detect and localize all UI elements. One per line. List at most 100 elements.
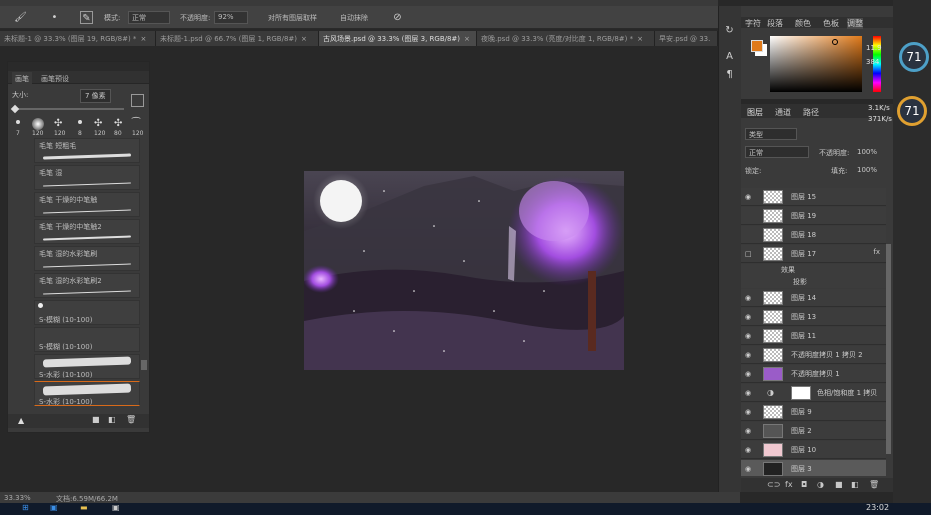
folder-taskbar-icon[interactable]: ▬ xyxy=(80,503,88,512)
layer-row[interactable]: ◉ 图层 14 xyxy=(741,289,886,307)
preset-tip-5[interactable]: ✣ xyxy=(114,118,122,129)
preset-tip-2[interactable]: ✣ xyxy=(54,118,62,129)
brush-preset-icon[interactable]: • xyxy=(48,11,61,24)
pressure-icon[interactable]: ⊘ xyxy=(391,11,404,24)
layer-row[interactable]: ◉ 色相/饱和度 1 拷贝 ◑ xyxy=(741,384,886,402)
blend-mode-select[interactable]: 正常 xyxy=(745,146,809,158)
opacity-field[interactable]: 92% xyxy=(214,11,248,24)
tab-brush[interactable]: 画笔 xyxy=(12,72,32,84)
eye-icon[interactable]: ◉ xyxy=(745,427,753,435)
tab-brush-presets[interactable]: 画笔预设 xyxy=(38,72,72,84)
layer-row[interactable]: 图层 19 xyxy=(741,207,886,225)
brush-list-scrollbar[interactable] xyxy=(141,360,147,370)
tab-doc-2[interactable]: 未标题-1.psd @ 66.7% (图层 1, RGB/8#) × xyxy=(156,31,319,46)
brush-tool-icon[interactable]: 🖌 xyxy=(14,11,27,24)
mode-select[interactable]: 正常 xyxy=(128,11,170,24)
eye-icon[interactable]: ◉ xyxy=(745,465,753,473)
tab-layers[interactable]: 图层 xyxy=(747,107,763,118)
toggle-brush-panel-icon[interactable]: ✎ xyxy=(80,11,93,24)
eye-off-icon[interactable]: □ xyxy=(745,250,753,258)
layer-row[interactable]: ◉ 图层 11 xyxy=(741,327,886,345)
layer-row[interactable]: ◉ 图层 9 xyxy=(741,403,886,421)
history-icon[interactable]: ↻ xyxy=(723,24,736,37)
size-slider-handle[interactable] xyxy=(10,104,20,114)
tab-swatches[interactable]: 色板 xyxy=(823,18,839,29)
brush-item[interactable]: 毛笔 湿 xyxy=(34,165,140,190)
preset-tip-0[interactable] xyxy=(16,120,20,124)
layer-row[interactable]: □ 图层 17 fx xyxy=(741,245,886,263)
tab-doc-3[interactable]: 古风场景.psd @ 33.3% (图层 3, RGB/8#) × xyxy=(319,31,477,46)
photoshop-taskbar-icon[interactable]: ▣ xyxy=(50,503,58,512)
brush-item[interactable]: 毛笔 湿的水彩笔刷2 xyxy=(34,273,140,298)
eye-icon[interactable]: ◉ xyxy=(745,446,753,454)
mask-icon[interactable]: ◘ xyxy=(801,480,807,489)
tab-paragraph[interactable]: 段落 xyxy=(767,18,783,29)
new-brush-icon[interactable]: ◧ xyxy=(108,415,116,424)
layer-kind-filter[interactable]: 类型 xyxy=(745,128,797,140)
adjustment-layer-icon[interactable]: ◑ xyxy=(817,480,824,489)
fx-icon[interactable]: fx xyxy=(785,480,793,489)
layer-list-scrollbar[interactable] xyxy=(886,244,891,454)
eye-icon[interactable]: ◉ xyxy=(745,193,753,201)
fx-icon[interactable]: fx xyxy=(873,248,880,256)
triangle-icon[interactable]: ▲ xyxy=(18,416,24,425)
foreground-color-swatch[interactable] xyxy=(751,40,763,52)
size-field[interactable]: 7 像素 xyxy=(80,89,111,103)
layer-row[interactable]: ◉ 图层 13 xyxy=(741,308,886,326)
eye-icon[interactable]: ◉ xyxy=(745,408,753,416)
smooth-checkbox-label[interactable]: 对所有图层取样 xyxy=(268,13,317,23)
new-preset-icon[interactable] xyxy=(131,94,144,107)
tab-paths[interactable]: 路径 xyxy=(803,107,819,118)
eye-icon[interactable]: ◉ xyxy=(745,370,753,378)
layer-row-selected[interactable]: ◉ 图层 3 xyxy=(741,460,886,476)
fill-value[interactable]: 100% xyxy=(857,166,877,174)
layer-effect-item[interactable]: 投影 xyxy=(741,276,886,288)
eye-icon[interactable]: ◉ xyxy=(745,351,753,359)
eye-icon[interactable]: ◉ xyxy=(745,313,753,321)
layer-effects-row[interactable]: 效果 xyxy=(741,264,886,276)
tab-channels[interactable]: 通道 xyxy=(775,107,791,118)
brush-item[interactable]: 毛笔 干燥的中笔触 xyxy=(34,192,140,217)
artwork-canvas[interactable] xyxy=(304,171,624,370)
layer-row[interactable]: ◉ 图层 2 xyxy=(741,422,886,440)
tab-doc-1[interactable]: 未标题-1 @ 33.3% (图层 19, RGB/8#) * × xyxy=(0,31,156,46)
eye-icon[interactable]: ◉ xyxy=(745,389,753,397)
brush-item[interactable]: 毛笔 湿的水彩笔刷 xyxy=(34,246,140,271)
brush-item[interactable]: S-水彩 (10-100) xyxy=(34,381,140,406)
preset-tip-3[interactable] xyxy=(78,120,82,124)
app-taskbar-icon[interactable]: ▣ xyxy=(112,503,120,512)
folder-icon[interactable]: ■ xyxy=(92,415,100,424)
brush-panel-header[interactable] xyxy=(8,62,149,71)
tab-adjust[interactable]: 调整 xyxy=(847,18,863,29)
delete-layer-icon[interactable]: 🗑 xyxy=(869,480,879,489)
zoom-level[interactable]: 33.33% xyxy=(4,494,31,502)
tab-doc-5[interactable]: 早安.psd @ 33. xyxy=(655,31,718,46)
sample-checkbox-label[interactable]: 自动抹除 xyxy=(340,13,368,23)
paragraph-icon[interactable]: ¶ xyxy=(723,68,736,81)
group-icon[interactable]: ■ xyxy=(835,480,843,489)
link-icon[interactable]: ⊂⊃ xyxy=(767,480,780,489)
brush-item[interactable]: S-水彩 (10-100) xyxy=(34,354,140,379)
layer-row[interactable]: ◉ 图层 15 xyxy=(741,188,886,206)
brush-item[interactable]: 毛笔 短粗毛 xyxy=(34,138,140,163)
preset-tip-1[interactable] xyxy=(32,118,44,130)
layer-opacity-value[interactable]: 100% xyxy=(857,148,877,156)
color-picker-handle[interactable] xyxy=(832,39,838,45)
preset-tip-4[interactable]: ✣ xyxy=(94,118,102,129)
new-layer-icon[interactable]: ◧ xyxy=(851,480,859,489)
layer-row[interactable]: ◉ 图层 10 xyxy=(741,441,886,459)
brush-item[interactable]: 毛笔 干燥的中笔触2 xyxy=(34,219,140,244)
brush-item[interactable]: S-模糊 (10-100) xyxy=(34,300,140,325)
tab-doc-4[interactable]: 夜晚.psd @ 33.3% (亮度/对比度 1, RGB/8#) * × xyxy=(477,31,655,46)
size-slider[interactable] xyxy=(14,108,124,110)
character-icon[interactable]: A xyxy=(723,50,736,63)
layer-row[interactable]: ◉ 不透明度拷贝 1 xyxy=(741,365,886,383)
windows-start-icon[interactable]: ⊞ xyxy=(22,503,29,512)
brush-item[interactable]: S-模糊 (10-100) xyxy=(34,327,140,352)
trash-icon[interactable]: 🗑 xyxy=(126,415,136,424)
tab-color[interactable]: 颜色 xyxy=(795,18,811,29)
tab-character[interactable]: 字符 xyxy=(745,18,761,29)
eye-icon[interactable]: ◉ xyxy=(745,332,753,340)
preset-tip-6[interactable]: ⁀ xyxy=(132,118,140,129)
layer-row[interactable]: ◉ 不透明度拷贝 1 拷贝 2 xyxy=(741,346,886,364)
